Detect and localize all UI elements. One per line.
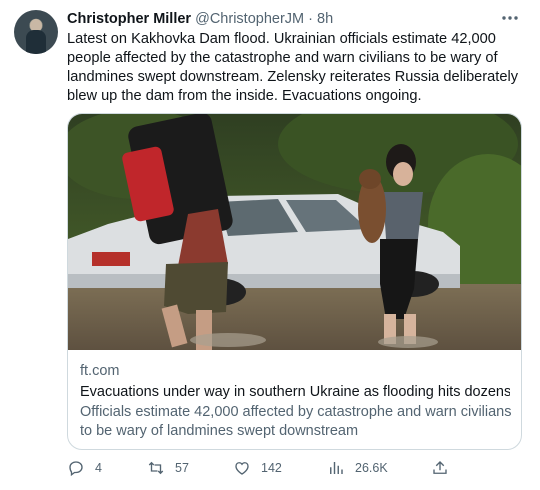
card-description: Officials estimate 42,000 affected by ca…	[80, 404, 512, 439]
tweet-header: Christopher Miller @ChristopherJM · 8h	[67, 11, 333, 27]
link-card[interactable]: ft.com Evacuations under way in southern…	[67, 113, 522, 450]
separator-dot: ·	[308, 11, 313, 27]
card-title[interactable]: Evacuations under way in southern Ukrain…	[80, 384, 510, 400]
like-button[interactable]: 142	[233, 459, 282, 477]
views-button[interactable]: 26.6K	[327, 459, 388, 477]
avatar[interactable]	[14, 10, 58, 54]
views-count: 26.6K	[355, 461, 388, 475]
heart-icon	[235, 462, 249, 475]
card-image[interactable]	[68, 114, 521, 350]
share-icon	[433, 461, 447, 474]
action-bar: 4 57 142 26.6K	[67, 459, 527, 481]
more-icon[interactable]	[498, 9, 522, 27]
card-domain: ft.com	[80, 363, 120, 379]
tweet-text: Latest on Kakhovka Dam flood. Ukrainian …	[67, 31, 518, 104]
reply-count: 4	[95, 461, 102, 475]
reply-icon	[69, 461, 83, 477]
author-handle[interactable]: @ChristopherJM	[195, 11, 304, 27]
share-button[interactable]	[431, 459, 459, 477]
retweet-count: 57	[175, 461, 189, 475]
views-icon	[330, 462, 343, 474]
tweet[interactable]: Christopher Miller @ChristopherJM · 8h L…	[0, 0, 540, 490]
reply-button[interactable]: 4	[67, 459, 102, 477]
like-count: 142	[261, 461, 282, 475]
timestamp[interactable]: 8h	[317, 11, 333, 27]
retweet-button[interactable]: 57	[147, 459, 189, 477]
author-name[interactable]: Christopher Miller	[67, 11, 191, 27]
retweet-icon	[148, 461, 164, 475]
